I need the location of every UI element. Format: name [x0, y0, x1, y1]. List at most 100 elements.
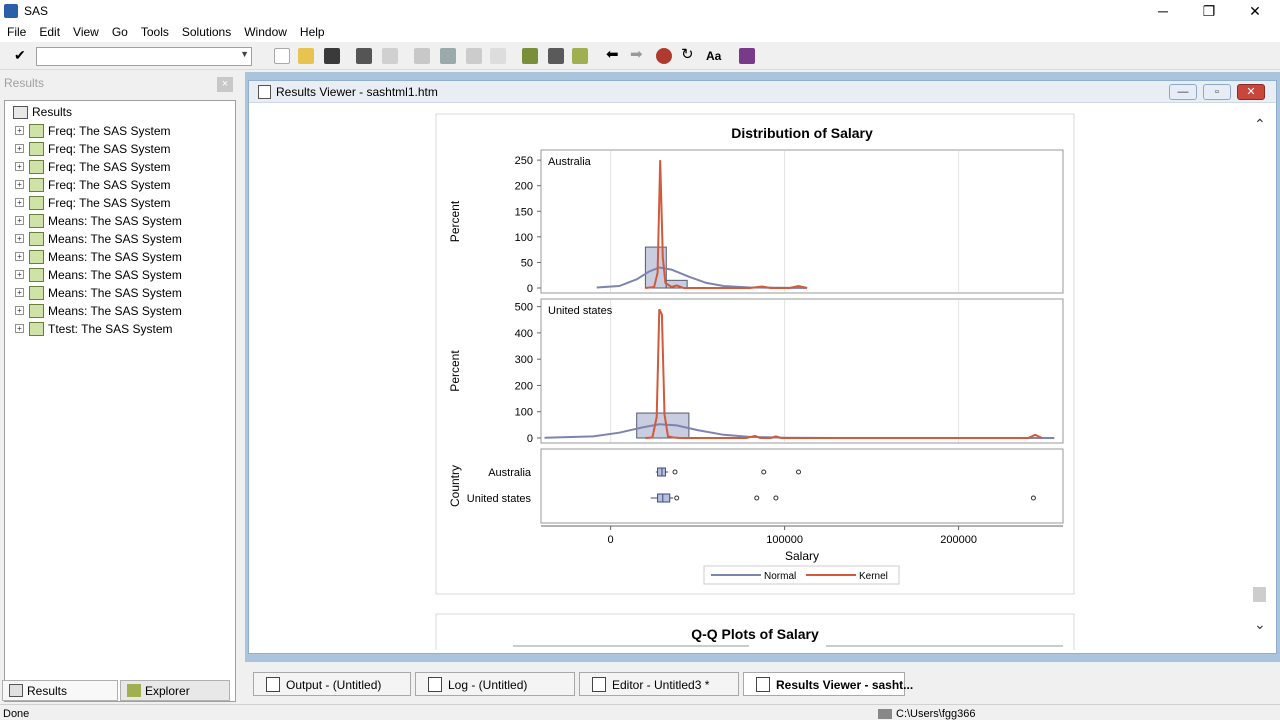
window-tab-output[interactable]: Output - (Untitled) [253, 672, 411, 696]
tree-item[interactable]: + Ttest: The SAS System [15, 321, 173, 339]
results-viewer-scrollbar[interactable]: ⌃ ⌄ [1250, 104, 1270, 636]
tree-item[interactable]: + Means: The SAS System [15, 285, 182, 303]
tree-item[interactable]: + Freq: The SAS System [15, 123, 171, 141]
menu-solutions[interactable]: Solutions [175, 22, 237, 39]
expand-icon[interactable]: + [15, 324, 24, 334]
stop-icon[interactable] [656, 48, 672, 64]
menu-help[interactable]: Help [293, 22, 331, 39]
results-panel-header: Results [4, 76, 45, 90]
rv-close-button[interactable]: ✕ [1237, 84, 1265, 100]
tree-item[interactable]: + Freq: The SAS System [15, 141, 171, 159]
tree-item-label: Freq: The SAS System [48, 141, 171, 156]
font-icon[interactable]: Aa [706, 48, 722, 64]
refresh-icon[interactable]: ↻ [681, 47, 697, 64]
expand-icon[interactable]: + [15, 306, 24, 316]
tree-item-label: Means: The SAS System [48, 303, 182, 318]
y-axis-label: Country [448, 465, 462, 507]
submit-check-icon[interactable]: ✔ [14, 47, 32, 65]
tree-item[interactable]: + Means: The SAS System [15, 213, 182, 231]
tree-item-label: Freq: The SAS System [48, 177, 171, 192]
query-icon[interactable] [572, 48, 588, 64]
menu-edit[interactable]: Edit [32, 22, 66, 39]
undo-icon[interactable] [490, 48, 506, 64]
menu-tools[interactable]: Tools [134, 22, 175, 39]
tree-item[interactable]: + Freq: The SAS System [15, 177, 171, 195]
scroll-up-icon[interactable]: ⌃ [1254, 116, 1266, 133]
tree-item[interactable]: + Means: The SAS System [15, 249, 182, 267]
rv-maximize-button[interactable]: ▫ [1203, 84, 1231, 100]
log-icon [428, 677, 442, 692]
tree-item[interactable]: + Means: The SAS System [15, 231, 182, 249]
cut-icon[interactable] [414, 48, 430, 64]
sas-explorer-icon[interactable] [548, 48, 564, 64]
procedure-output-icon [29, 303, 44, 318]
expand-icon[interactable]: + [15, 162, 24, 172]
restore-window-button[interactable]: ❐ [1186, 0, 1232, 22]
save-icon[interactable] [324, 48, 340, 64]
menu-bar: File Edit View Go Tools Solutions Window Help [0, 22, 1280, 42]
menu-go[interactable]: Go [105, 22, 134, 39]
results-viewer-icon [756, 677, 770, 692]
expand-icon[interactable]: + [15, 270, 24, 280]
expand-icon[interactable]: + [15, 216, 24, 226]
expand-icon[interactable]: + [15, 144, 24, 154]
status-bar: Done C:\Users\fgg366 [0, 704, 1280, 720]
expand-icon[interactable]: + [15, 252, 24, 262]
expand-icon[interactable]: + [15, 126, 24, 136]
tree-root-results[interactable]: Results [13, 105, 72, 123]
tree-item-label: Means: The SAS System [48, 267, 182, 282]
results-viewer-window: Results Viewer - sashtml1.htm — ▫ ✕ Dist… [248, 80, 1277, 654]
title-bar: SAS ─ ❐ ✕ [0, 0, 1280, 22]
print-preview-icon[interactable] [382, 48, 398, 64]
tree-item[interactable]: + Freq: The SAS System [15, 159, 171, 177]
window-tabs: Output - (Untitled) Log - (Untitled) Edi… [245, 668, 1280, 702]
box-outlier [674, 495, 680, 501]
minimize-window-button[interactable]: ─ [1140, 0, 1186, 22]
expand-icon[interactable]: + [15, 234, 24, 244]
status-text: Done [3, 708, 30, 720]
results-tab-icon [9, 684, 23, 697]
print-icon[interactable] [356, 48, 372, 64]
tree-item-label: Freq: The SAS System [48, 195, 171, 210]
window-tab-results-viewer[interactable]: Results Viewer - sasht... [743, 672, 913, 696]
output-icon [266, 677, 280, 692]
window-tab-editor[interactable]: Editor - Untitled3 * [579, 672, 739, 696]
procedure-output-icon [29, 195, 44, 210]
menu-view[interactable]: View [66, 22, 105, 39]
rv-minimize-button[interactable]: — [1169, 84, 1197, 100]
paste-icon[interactable] [466, 48, 482, 64]
close-window-button[interactable]: ✕ [1232, 0, 1278, 22]
menu-window[interactable]: Window [237, 22, 293, 39]
tab-results[interactable]: Results [2, 680, 118, 701]
open-icon[interactable] [298, 48, 314, 64]
results-viewer-content: Distribution of Salary 0 50 100 150 200 250 Per… [256, 105, 1267, 650]
window-tab-label: Editor - Untitled3 * [612, 678, 710, 692]
expand-icon[interactable]: + [15, 288, 24, 298]
copy-icon[interactable] [440, 48, 456, 64]
tab-explorer[interactable]: Explorer [120, 680, 230, 701]
expand-icon[interactable]: + [15, 198, 24, 208]
tree-item[interactable]: + Means: The SAS System [15, 303, 182, 321]
scroll-thumb[interactable] [1253, 587, 1266, 602]
new-library-icon[interactable] [522, 48, 538, 64]
tree-item[interactable]: + Means: The SAS System [15, 267, 182, 285]
sas-app-icon [4, 4, 18, 18]
panel-frame [540, 298, 1064, 444]
back-icon[interactable]: ⬅ [606, 47, 622, 64]
help-book-icon[interactable] [739, 48, 755, 64]
box-outlier [796, 469, 802, 475]
chevron-down-icon[interactable]: ▼ [240, 49, 249, 59]
expand-icon[interactable]: + [15, 180, 24, 190]
window-tab-log[interactable]: Log - (Untitled) [415, 672, 575, 696]
menu-file[interactable]: File [0, 22, 32, 39]
tree-item[interactable]: + Freq: The SAS System [15, 195, 171, 213]
results-panel-close-button[interactable]: × [217, 77, 233, 92]
new-icon[interactable] [274, 48, 290, 64]
command-box[interactable]: ▼ [36, 47, 252, 66]
box-outlier [672, 469, 678, 475]
results-viewer-title: Results Viewer - sashtml1.htm [276, 85, 438, 99]
forward-icon[interactable]: ➡ [630, 47, 646, 64]
panel-tabs: Results Explorer [0, 680, 241, 702]
salary-distribution-chart: Distribution of Salary 0 50 100 150 200 250 Per… [435, 113, 1075, 650]
scroll-down-icon[interactable]: ⌄ [1254, 616, 1266, 633]
